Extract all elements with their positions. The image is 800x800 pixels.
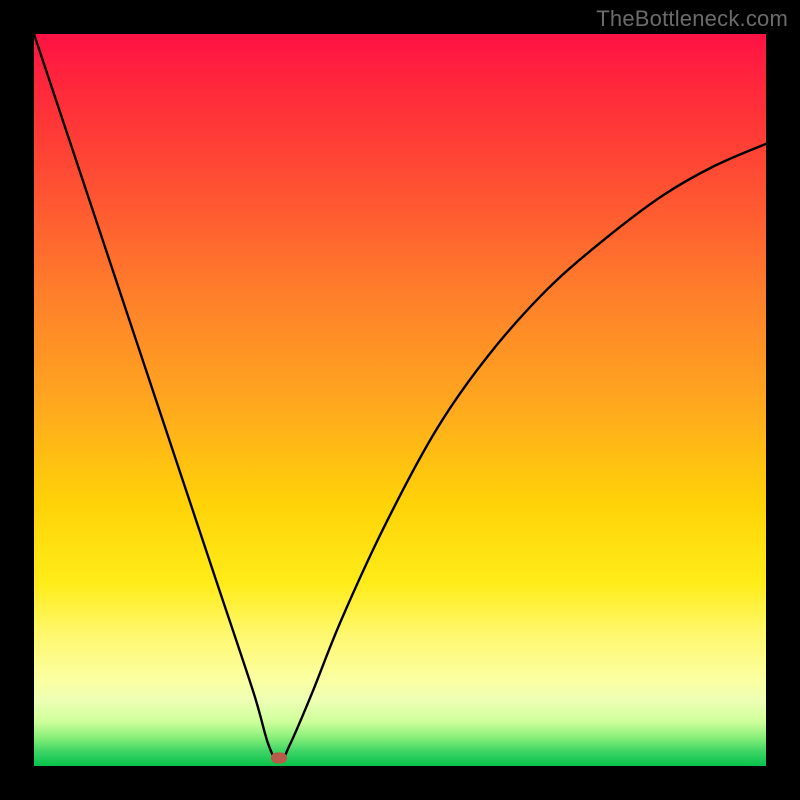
chart-frame: TheBottleneck.com — [0, 0, 800, 800]
bottleneck-curve — [34, 34, 766, 766]
optimal-point-marker — [271, 752, 287, 763]
watermark-text: TheBottleneck.com — [596, 6, 788, 32]
plot-area — [34, 34, 766, 766]
